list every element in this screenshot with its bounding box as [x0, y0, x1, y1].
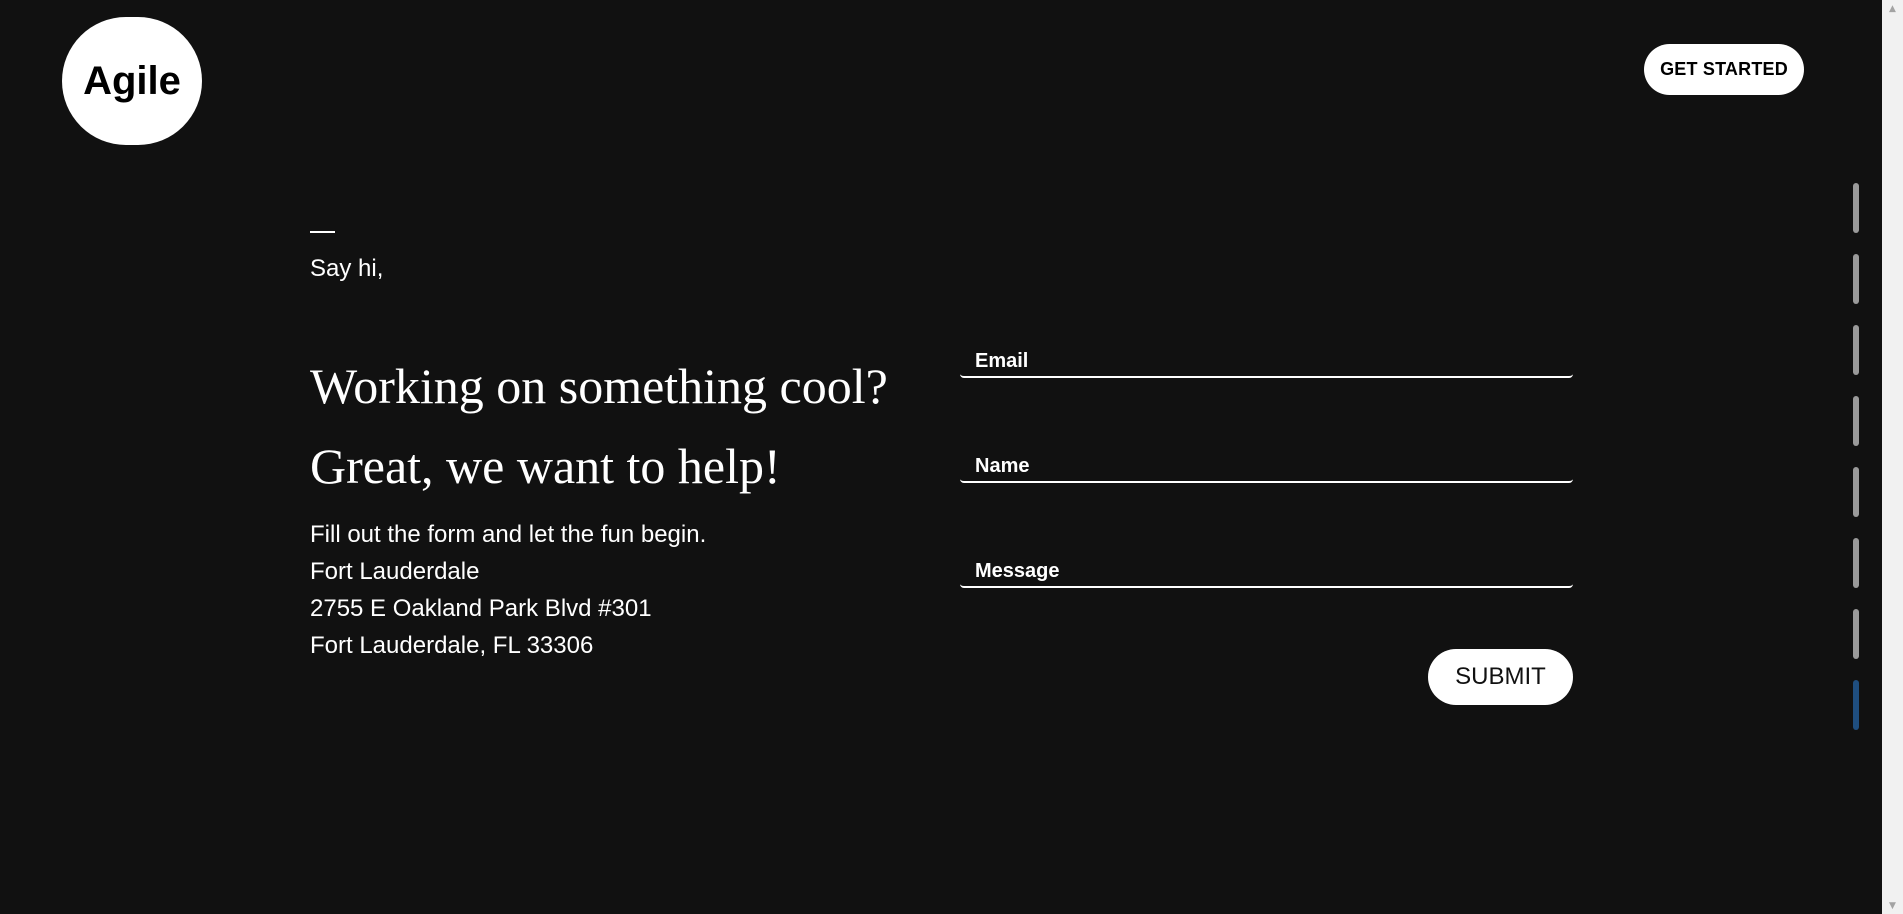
intro-text: Fill out the form and let the fun begin.	[310, 521, 707, 548]
contact-form: Email Name Message	[960, 340, 1573, 655]
section-divider	[310, 231, 335, 233]
section-nav-dot[interactable]	[1853, 609, 1859, 659]
section-nav-dot[interactable]	[1853, 396, 1859, 446]
scroll-down-icon[interactable]: ▼	[1882, 897, 1903, 914]
section-nav-dot[interactable]	[1853, 538, 1859, 588]
contact-info: Fill out the form and let the fun begin.…	[310, 516, 706, 664]
contact-page: Agile GET STARTED Say hi, Working on som…	[0, 0, 1903, 914]
submit-button[interactable]: SUBMIT	[1428, 649, 1573, 705]
name-field-label: Name	[975, 455, 1030, 477]
headline: Working on something cool? Great, we wan…	[310, 346, 950, 506]
email-field-label: Email	[975, 350, 1029, 372]
section-nav-dot[interactable]	[1853, 183, 1859, 233]
email-field[interactable]: Email	[960, 340, 1573, 378]
section-nav-dot[interactable]	[1853, 680, 1859, 730]
scroll-up-icon[interactable]: ▲	[1882, 0, 1903, 17]
scrollbar[interactable]: ▲ ▼	[1882, 0, 1903, 914]
section-nav-dot[interactable]	[1853, 325, 1859, 375]
logo[interactable]: Agile	[62, 17, 202, 145]
section-nav	[1853, 183, 1861, 751]
headline-line-1: Working on something cool?	[310, 358, 888, 414]
get-started-button[interactable]: GET STARTED	[1644, 44, 1804, 95]
address-city-state-zip: Fort Lauderdale, FL 33306	[310, 632, 594, 659]
message-field[interactable]: Message	[960, 550, 1573, 588]
section-nav-dot[interactable]	[1853, 467, 1859, 517]
message-field-label: Message	[975, 560, 1060, 582]
address-street: 2755 E Oakland Park Blvd #301	[310, 595, 652, 622]
section-eyebrow: Say hi,	[310, 255, 384, 282]
address-city: Fort Lauderdale	[310, 558, 480, 585]
headline-line-2: Great, we want to help!	[310, 438, 781, 494]
section-nav-dot[interactable]	[1853, 254, 1859, 304]
name-field[interactable]: Name	[960, 445, 1573, 483]
